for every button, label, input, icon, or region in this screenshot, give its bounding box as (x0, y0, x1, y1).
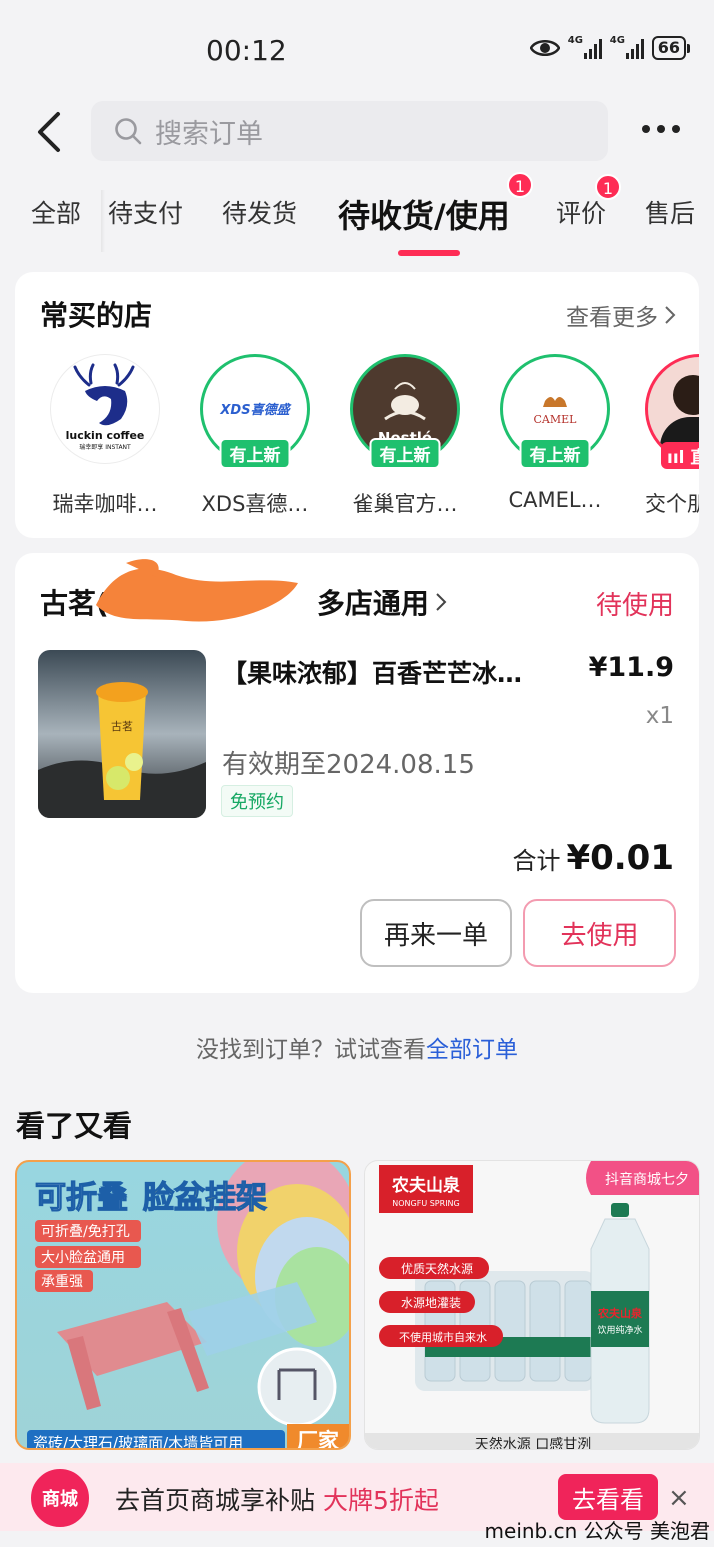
svg-text:大小脸盆通用: 大小脸盆通用 (41, 1250, 125, 1266)
svg-text:农夫山泉: 农夫山泉 (391, 1175, 461, 1196)
svg-text:厂家: 厂家 (297, 1429, 340, 1450)
new-arrival-tag: 有上新 (519, 438, 591, 469)
frequent-shops-title: 常买的店 (40, 299, 153, 332)
svg-text:XDS喜德盛: XDS喜德盛 (219, 402, 291, 418)
order-status: 待使用 (595, 591, 674, 621)
chevron-right-icon (665, 306, 676, 324)
tab-review-badge: 1 (595, 174, 621, 200)
tab-scroll-shadow (101, 190, 105, 252)
active-tab-indicator (398, 250, 460, 256)
more-options-icon[interactable] (642, 125, 680, 133)
no-reservation-tag: 免预约 (221, 785, 293, 817)
close-icon[interactable]: × (668, 1483, 690, 1513)
svg-text:可折叠: 可折叠 (35, 1180, 128, 1216)
svg-text:优质天然水源: 优质天然水源 (401, 1261, 473, 1276)
banner-text: 去首页商城享补贴 大牌5折起 (115, 1481, 439, 1517)
eye-icon (529, 40, 560, 56)
new-arrival-tag: 有上新 (369, 438, 441, 469)
banner-text-main: 去首页商城享补贴 (115, 1486, 316, 1515)
battery-indicator: 66 (651, 36, 691, 60)
shop-name: 交个朋 (645, 492, 699, 514)
order-shop-suffix: 多店通用 (316, 587, 429, 620)
svg-text:脸盆挂架: 脸盆挂架 (143, 1180, 267, 1216)
not-found-text: 没找到订单？试试查看 (196, 1037, 426, 1063)
tab-after-sales[interactable]: 售后 (645, 194, 695, 230)
svg-text:瑞幸即享 INSTANT: 瑞幸即享 INSTANT (79, 443, 131, 451)
shop-name: 瑞幸咖啡… (52, 492, 158, 516)
search-input[interactable]: 搜索订单 (91, 101, 608, 161)
all-orders-link[interactable]: 全部订单 (426, 1037, 518, 1063)
view-more-label: 查看更多 (566, 305, 658, 331)
tab-to-receive[interactable]: 待收货/使用 (338, 191, 510, 237)
svg-text:抖音商城七夕: 抖音商城七夕 (605, 1171, 689, 1188)
watermark: meinb.cn 公众号 美泡君 (484, 1519, 710, 1543)
svg-text:天然水源 口感甘洌: 天然水源 口感甘洌 (475, 1436, 591, 1450)
signal-icon-2: 4G (610, 35, 644, 59)
total-label: 合计 (512, 847, 561, 875)
back-arrow-icon[interactable] (32, 110, 68, 154)
tab-to-ship[interactable]: 待发货 (222, 194, 297, 230)
tab-to-receive-badge: 1 (507, 172, 533, 198)
svg-text:可折叠/免打孔: 可折叠/免打孔 (41, 1223, 130, 1240)
banner-text-highlight: 大牌5折起 (322, 1486, 439, 1515)
product-quantity: x1 (645, 703, 674, 729)
svg-text:瓷砖/大理石/玻璃面/木墙皆可用: 瓷砖/大理石/玻璃面/木墙皆可用 (33, 1434, 243, 1450)
svg-text:古茗: 古茗 (111, 720, 133, 733)
shop-item-luckin[interactable]: luckin coffee 瑞幸即享 INSTANT 瑞幸咖啡… (45, 354, 165, 518)
mall-bag-icon[interactable]: 商城 (27, 1465, 93, 1531)
svg-text:农夫山泉: 农夫山泉 (597, 1306, 643, 1320)
view-more-link[interactable]: 查看更多 (566, 298, 676, 332)
nestle-logo: Nestlé 有上新 (350, 354, 460, 469)
svg-text:不使用城市自来水: 不使用城市自来水 (399, 1330, 487, 1344)
svg-text:NONGFU SPRING: NONGFU SPRING (392, 1199, 459, 1208)
product-image[interactable]: 古茗 (38, 650, 206, 818)
new-arrival-tag: 有上新 (219, 438, 291, 469)
camel-logo: CAMEL 有上新 (500, 354, 610, 469)
svg-text:CAMEL: CAMEL (534, 413, 578, 426)
total-value: ¥0.01 (566, 838, 674, 878)
tab-review[interactable]: 评价 (556, 194, 606, 230)
status-time: 00:12 (206, 34, 287, 67)
shop-item-xds[interactable]: XDS喜德盛 有上新 XDS喜德… (195, 354, 315, 518)
live-tag: ııl 直 (661, 442, 699, 469)
shop-name: XDS喜德… (201, 492, 309, 516)
shop-name: CAMEL… (508, 488, 602, 512)
not-found-hint: 没找到订单？试试查看全部订单 (0, 1030, 714, 1064)
svg-text:饮用纯净水: 饮用纯净水 (597, 1324, 642, 1336)
product-title[interactable]: 【果味浓郁】百香芒芒冰… (222, 654, 522, 690)
recommend-item-basin-rack[interactable]: 可折叠 脸盆挂架 可折叠/免打孔 大小脸盆通用 承重强 瓷砖/大理石/玻璃面/木… (15, 1160, 351, 1450)
tab-all[interactable]: 全部 (31, 194, 81, 230)
signal-icon: 4G (568, 35, 602, 59)
tab-to-pay[interactable]: 待支付 (108, 194, 183, 230)
redaction-scribble (96, 559, 298, 622)
search-icon (115, 118, 142, 145)
svg-text:luckin coffee: luckin coffee (66, 429, 145, 442)
recommend-title: 看了又看 (16, 1109, 133, 1143)
recommend-item-water[interactable]: 农夫山泉 NONGFU SPRING 抖音商城七夕 优质天然水源 水源地灌装 不… (364, 1160, 700, 1450)
svg-text:承重强: 承重强 (41, 1274, 83, 1290)
go-see-button[interactable]: 去看看 (558, 1474, 658, 1520)
product-price: ¥11.9 (588, 652, 674, 683)
reorder-button[interactable]: 再来一单 (360, 899, 512, 967)
search-placeholder: 搜索订单 (155, 118, 263, 150)
status-icons: 4G 4G 66 (529, 35, 691, 60)
luckin-logo: luckin coffee 瑞幸即享 INSTANT (50, 354, 160, 464)
shop-item-camel[interactable]: CAMEL 有上新 CAMEL… (495, 354, 615, 512)
validity-date: 有效期至2024.08.15 (222, 750, 475, 780)
live-bars-icon: ııl (667, 448, 685, 468)
svg-text:水源地灌装: 水源地灌装 (401, 1296, 461, 1310)
shop-item-partial[interactable]: ııl 直 交个朋 (645, 354, 699, 514)
shop-name: 雀巢官方… (352, 492, 458, 516)
xds-logo: XDS喜德盛 有上新 (200, 354, 310, 469)
water-product-image: 农夫山泉 NONGFU SPRING 抖音商城七夕 优质天然水源 水源地灌装 不… (365, 1161, 699, 1450)
basin-rack-image: 可折叠 脸盆挂架 可折叠/免打孔 大小脸盆通用 承重强 瓷砖/大理石/玻璃面/木… (27, 1162, 349, 1450)
chevron-right-icon (436, 593, 447, 611)
shop-item-nestle[interactable]: Nestlé 有上新 雀巢官方… (345, 354, 465, 518)
use-button[interactable]: 去使用 (523, 899, 676, 967)
order-total: 合计 ¥0.01 (512, 838, 674, 878)
